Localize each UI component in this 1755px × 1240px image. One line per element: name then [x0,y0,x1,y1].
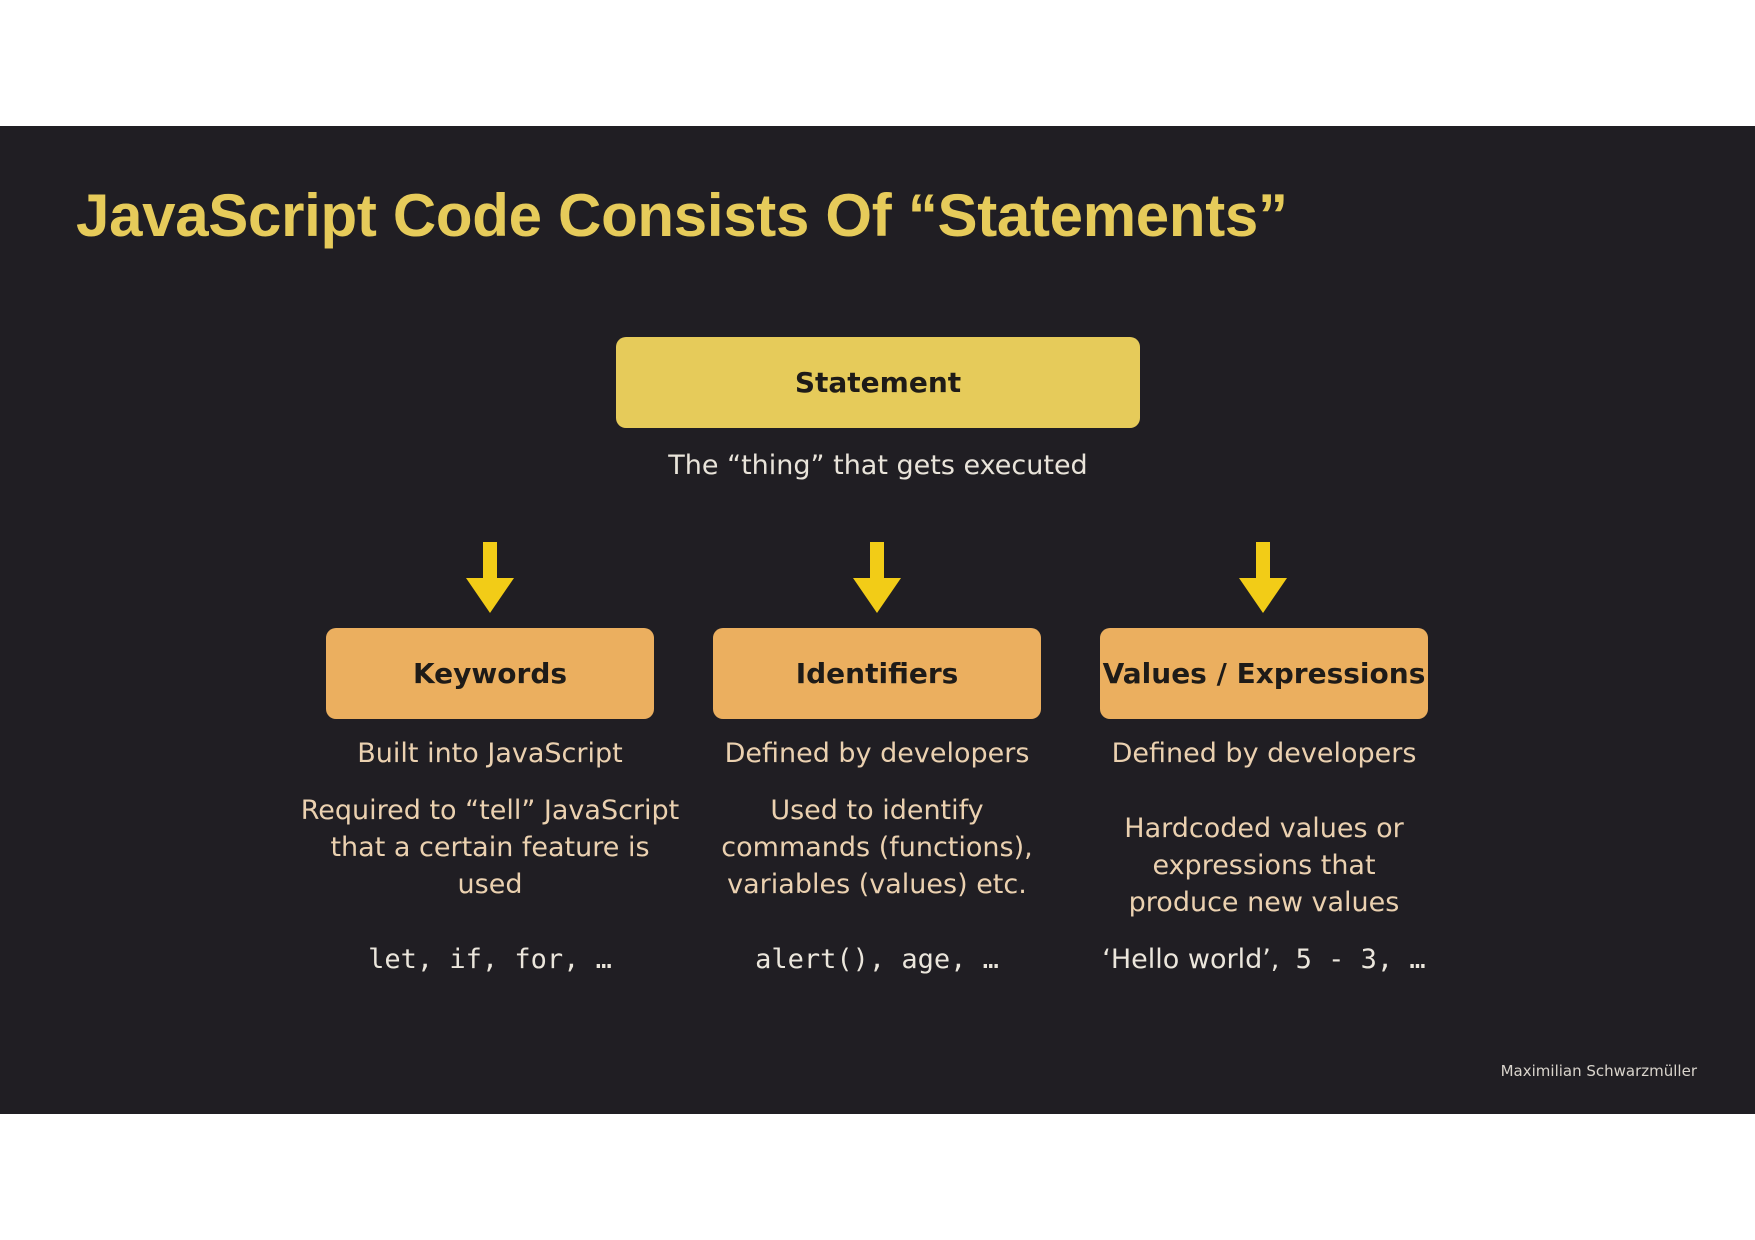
values-expressions-subtitle: Defined by developers [1111,738,1417,769]
slide: JavaScript Code Consists Of “Statements”… [0,126,1755,1114]
statement-label: Statement [794,366,962,399]
values-expressions-example-code: 5 - 3, … [1279,944,1426,975]
down-arrow-icon [466,542,514,613]
statement-description: The “thing” that gets executed [668,450,1088,481]
statement-box: Statement [616,337,1140,428]
values-expressions-box: Values / Expressions [1100,628,1428,719]
keywords-label: Keywords [412,657,568,690]
author-credit: Maximilian Schwarzmüller [1500,1062,1697,1080]
identifiers-subtitle: Defined by developers [724,738,1030,769]
values-expressions-label: Values / Expressions [1102,657,1426,690]
identifiers-example: alert(), age, … [755,944,999,975]
identifiers-description: Used to identify commands (functions), v… [721,795,1033,900]
keywords-box: Keywords [326,628,654,719]
keywords-subtitle: Built into JavaScript [357,738,623,769]
values-expressions-example: ‘Hello world’, 5 - 3, … [1064,944,1464,975]
slide-title: JavaScript Code Consists Of “Statements” [76,182,1288,249]
keywords-example: let, if, for, … [368,944,612,975]
values-expressions-example-string: ‘Hello world’, [1102,944,1280,975]
identifiers-label: Identifiers [795,657,959,690]
values-expressions-description: Hardcoded values or expressions that pro… [1124,813,1404,918]
keywords-description: Required to “tell” JavaScript that a cer… [300,795,680,900]
down-arrow-icon [1239,542,1287,613]
identifiers-box: Identifiers [713,628,1041,719]
down-arrow-icon [853,542,901,613]
